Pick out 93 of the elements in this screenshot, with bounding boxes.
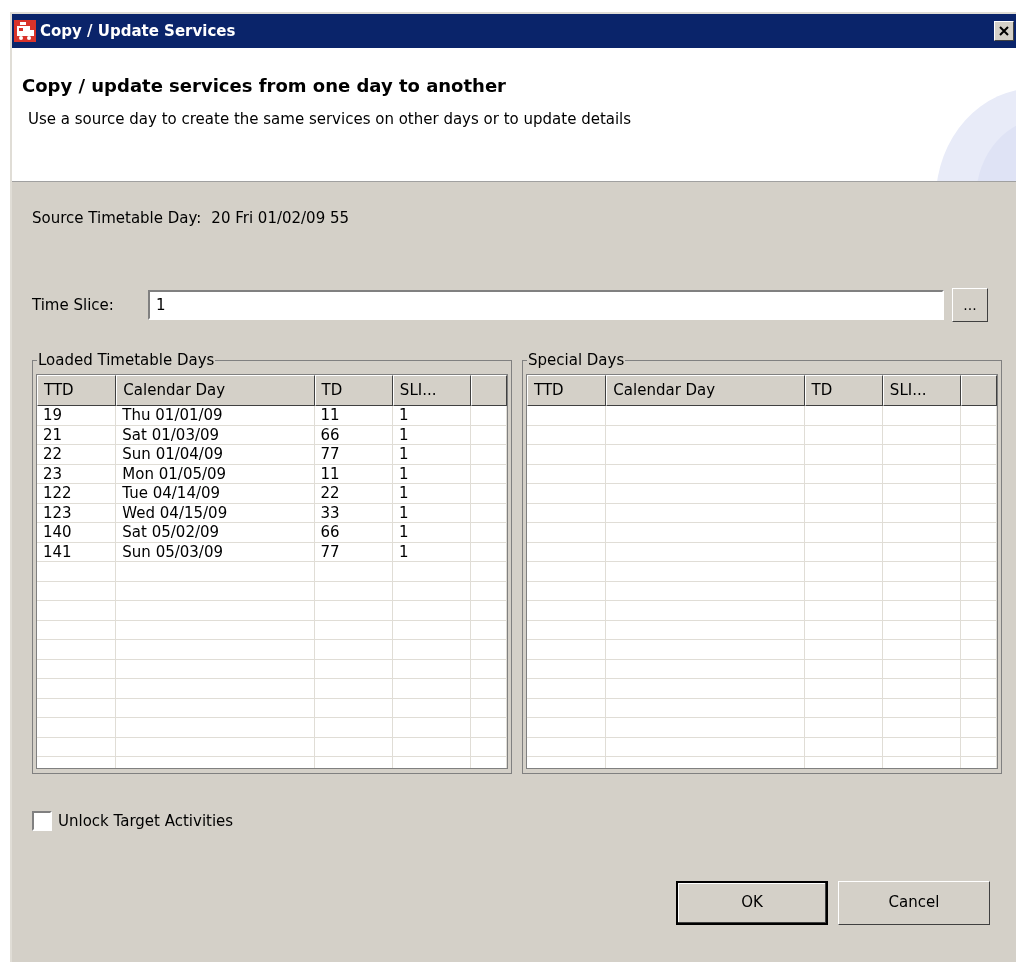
- table-cell: 21: [37, 425, 117, 445]
- empty-cell: [471, 523, 507, 543]
- table-cell: 1: [392, 484, 472, 504]
- table-cell: Sun 05/03/09: [116, 542, 315, 562]
- source-day-value: 20 Fri 01/02/09 55: [211, 207, 350, 229]
- checkbox[interactable]: [32, 811, 52, 832]
- empty-cell: [471, 659, 507, 679]
- table-cell: Mon 01/05/09: [116, 464, 315, 484]
- empty-cell: [961, 737, 997, 757]
- empty-cell: [961, 620, 997, 640]
- empty-cell: [961, 425, 997, 445]
- empty-cell: [961, 679, 997, 699]
- empty-cell: [961, 581, 997, 601]
- empty-cell: [961, 542, 997, 562]
- table-cell: 1: [392, 503, 472, 523]
- table-cell: Tue 04/14/09: [116, 484, 315, 504]
- empty-cell: [961, 718, 997, 738]
- table-cell: 1: [392, 464, 472, 484]
- empty-cell: [961, 523, 997, 543]
- table-cell: 123: [37, 503, 117, 523]
- column-header[interactable]: TTD: [37, 375, 117, 406]
- dialog-button[interactable]: OK: [676, 880, 828, 925]
- empty-cell: [471, 484, 507, 504]
- browse-button[interactable]: ...: [952, 288, 988, 322]
- table-cell: 1: [392, 425, 472, 445]
- column-header[interactable]: TD: [804, 375, 883, 406]
- dialog-button[interactable]: Cancel: [838, 880, 990, 925]
- time-slice-label: Time Slice:: [32, 294, 115, 316]
- empty-cell: [471, 445, 507, 465]
- empty-cell: [471, 425, 507, 445]
- empty-cell: [471, 464, 507, 484]
- empty-cell: [961, 406, 997, 426]
- table-cell: 11: [314, 406, 393, 426]
- empty-cell: [471, 581, 507, 601]
- window-title: Copy / Update Services: [40, 20, 236, 42]
- table-cell: 33: [314, 503, 393, 523]
- table-cell: 77: [314, 445, 393, 465]
- column-header[interactable]: TD: [314, 375, 393, 406]
- column-header[interactable]: SLI...: [882, 375, 962, 406]
- empty-cell: [471, 503, 507, 523]
- table-cell: 23: [37, 464, 117, 484]
- table-cell: Thu 01/01/09: [116, 406, 315, 426]
- empty-cell: [961, 562, 997, 582]
- table-cell: Wed 04/15/09: [116, 503, 315, 523]
- table-cell: 11: [314, 464, 393, 484]
- empty-cell: [471, 718, 507, 738]
- table-cell: 22: [314, 484, 393, 504]
- table-cell: 66: [314, 523, 393, 543]
- header-subtitle: Use a source day to create the same services on other days or to update details: [28, 109, 632, 130]
- empty-cell: [471, 406, 507, 426]
- empty-cell: [471, 640, 507, 660]
- checkbox-label: Unlock Target Activities: [58, 811, 234, 832]
- bus-icon: [14, 20, 36, 42]
- table-cell: 1: [392, 523, 472, 543]
- empty-cell: [961, 484, 997, 504]
- table-cell: 66: [314, 425, 393, 445]
- column-header[interactable]: Calendar Day: [116, 375, 315, 406]
- close-icon: [999, 26, 1009, 36]
- empty-cell: [961, 659, 997, 679]
- table-cell: 122: [37, 484, 117, 504]
- table-cell: 77: [314, 542, 393, 562]
- empty-cell: [961, 640, 997, 660]
- table-cell: Sun 01/04/09: [116, 445, 315, 465]
- table-cell: 1: [392, 445, 472, 465]
- table-cell: Sat 05/02/09: [116, 523, 315, 543]
- empty-cell: [471, 698, 507, 718]
- table-cell: 1: [392, 542, 472, 562]
- header-title: Copy / update services from one day to another: [22, 74, 506, 98]
- source-day-label: Source Timetable Day:: [32, 207, 202, 229]
- empty-cell: [961, 503, 997, 523]
- time-slice-field[interactable]: 1: [148, 290, 944, 320]
- table-cell: 140: [37, 523, 117, 543]
- empty-cell: [471, 562, 507, 582]
- empty-cell: [471, 601, 507, 621]
- empty-cell: [471, 679, 507, 699]
- column-header[interactable]: TTD: [527, 375, 607, 406]
- empty-cell: [961, 698, 997, 718]
- empty-cell: [961, 601, 997, 621]
- table-cell: 22: [37, 445, 117, 465]
- empty-cell: [471, 620, 507, 640]
- empty-cell: [961, 445, 997, 465]
- column-header[interactable]: Calendar Day: [606, 375, 805, 406]
- group-title: Loaded Timetable Days: [37, 350, 216, 370]
- table-cell: 141: [37, 542, 117, 562]
- table-cell: 19: [37, 406, 117, 426]
- empty-cell: [471, 542, 507, 562]
- close-button[interactable]: [994, 21, 1014, 41]
- empty-cell: [471, 737, 507, 757]
- table-cell: 1: [392, 406, 472, 426]
- table-cell: Sat 01/03/09: [116, 425, 315, 445]
- empty-cell: [961, 464, 997, 484]
- group-title: Special Days: [527, 350, 626, 370]
- column-header[interactable]: SLI...: [392, 375, 472, 406]
